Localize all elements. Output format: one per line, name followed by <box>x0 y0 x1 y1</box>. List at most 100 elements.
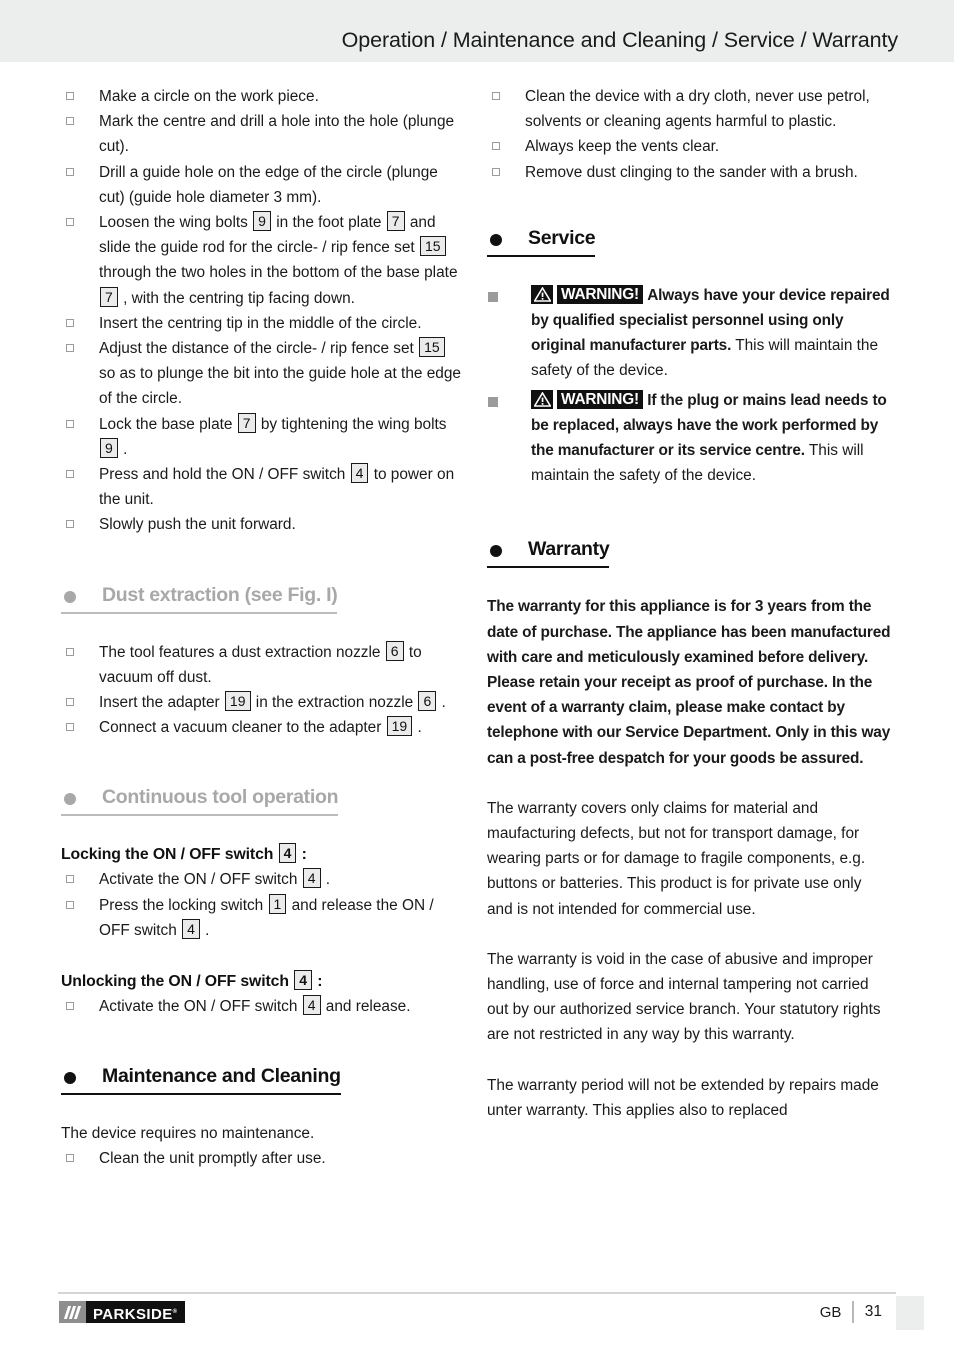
continuous-operation-heading-label: Continuous tool operation <box>102 786 339 809</box>
list-item-text: Always keep the vents clear. <box>525 138 720 156</box>
list-item: Always keep the vents clear. <box>487 134 891 159</box>
empty-square-bullet-icon <box>66 117 74 126</box>
reference-number-4: 4 <box>182 918 200 939</box>
list-item-text: Clean the unit promptly after use. <box>99 1150 326 1168</box>
list-item-text: Clean the device with a dry cloth, never… <box>525 88 870 131</box>
warranty-heading-wrap: Warranty <box>487 536 891 569</box>
list-item: Clean the unit promptly after use. <box>61 1146 465 1171</box>
filled-square-bullet-icon <box>488 291 498 302</box>
filled-circle-bullet-icon <box>64 1072 76 1085</box>
list-item: Drill a guide hole on the edge of the ci… <box>61 160 465 210</box>
reference-number-4: 4 <box>302 868 321 889</box>
list-item-text: Make a circle on the work piece. <box>99 88 319 105</box>
cleaning-list: Clean the device with a dry cloth, never… <box>487 84 891 185</box>
empty-square-bullet-icon <box>66 344 74 353</box>
list-item-text: Adjust the distance of the circle- / rip… <box>99 337 461 408</box>
empty-square-bullet-icon <box>66 698 74 707</box>
reference-number-4: 4 <box>302 995 321 1016</box>
footer-divider-rule <box>58 1292 896 1294</box>
warranty-paragraph: The warranty covers only claims for mate… <box>487 799 866 918</box>
list-item: Insert the adapter 19 in the extraction … <box>61 690 465 715</box>
list-item-text: Lock the base plate 7 by tightening the … <box>99 412 447 458</box>
footer-page-info: GB 31 <box>819 1296 924 1330</box>
maintenance-heading-label: Maintenance and Cleaning <box>102 1065 341 1088</box>
warning-triangle-icon <box>531 390 553 410</box>
list-item-text: Press and hold the ON / OFF switch 4 to … <box>99 463 455 509</box>
filled-circle-bullet-icon <box>490 233 502 246</box>
list-item-text: Mark the centre and drill a hole into th… <box>99 113 455 156</box>
page-content: Make a circle on the work piece. Mark the… <box>0 62 954 1292</box>
empty-square-bullet-icon <box>492 142 500 151</box>
reference-number-7: 7 <box>386 211 405 232</box>
list-item-text: Loosen the wing bolts 9 in the foot plat… <box>99 211 458 307</box>
left-column: Make a circle on the work piece. Mark the… <box>61 84 465 1172</box>
empty-square-bullet-icon <box>66 167 74 176</box>
list-item: Press and hold the ON / OFF switch 4 to … <box>61 462 465 512</box>
unlocking-steps-list: Activate the ON / OFF switch 4 and relea… <box>61 994 465 1019</box>
warning-list-item: WARNING! Always have your device repaire… <box>487 283 891 384</box>
empty-square-bullet-icon <box>66 419 74 428</box>
empty-square-bullet-icon <box>66 1002 74 1011</box>
footer-vertical-rule <box>852 1301 854 1323</box>
empty-square-bullet-icon <box>66 92 74 100</box>
warranty-paragraph: The warranty is void in the case of abus… <box>487 950 881 1044</box>
reference-number-1: 1 <box>268 893 287 914</box>
list-item: Clean the device with a dry cloth, never… <box>487 84 891 134</box>
warning-triangle-icon <box>531 285 553 305</box>
empty-square-bullet-icon <box>66 520 74 529</box>
warning-label: WARNING! <box>557 285 643 305</box>
circle-cut-steps-list: Make a circle on the work piece. Mark the… <box>61 84 465 538</box>
service-heading-label: Service <box>528 226 596 249</box>
reference-number-4: 4 <box>294 970 312 991</box>
empty-square-bullet-icon <box>492 92 500 100</box>
list-item-text: Connect a vacuum cleaner to the adapter … <box>99 716 422 737</box>
parkside-logo: PARKSIDE® <box>59 1301 186 1323</box>
empty-square-bullet-icon <box>66 900 74 909</box>
service-warning-list: WARNING! Always have your device repaire… <box>487 283 891 489</box>
warning-badge: WARNING! <box>531 389 643 414</box>
maintenance-list: Clean the unit promptly after use. <box>61 1146 465 1171</box>
dust-extraction-heading-label: Dust extraction (see Fig. I) <box>102 583 338 606</box>
warranty-paragraph: The warranty period will not be extended… <box>487 1076 879 1119</box>
continuous-operation-heading: Continuous tool operation <box>61 784 339 817</box>
list-item: The tool features a dust extraction nozz… <box>61 640 465 690</box>
list-item: Connect a vacuum cleaner to the adapter … <box>61 715 465 740</box>
empty-square-bullet-icon <box>66 875 74 884</box>
unlocking-subheading: Unlocking the ON / OFF switch 4 : <box>61 970 323 991</box>
warning-list-item: WARNING! If the plug or mains lead needs… <box>487 388 891 489</box>
maintenance-heading-wrap: Maintenance and Cleaning <box>61 1063 465 1096</box>
reference-number-9: 9 <box>100 437 118 458</box>
warning-label: WARNING! <box>557 390 643 410</box>
filled-circle-bullet-icon <box>64 793 76 806</box>
warranty-heading-label: Warranty <box>528 538 610 561</box>
reference-number-7: 7 <box>100 286 118 307</box>
footer-page-number: 31 <box>864 1303 882 1320</box>
maintenance-heading: Maintenance and Cleaning <box>61 1063 341 1096</box>
footer-language-code: GB <box>819 1303 842 1321</box>
reference-number-19: 19 <box>386 716 413 737</box>
reference-number-7: 7 <box>237 412 256 433</box>
list-item: Press the locking switch 1 and release t… <box>61 893 465 943</box>
list-item-text: Drill a guide hole on the edge of the ci… <box>99 163 438 206</box>
list-item-text: Insert the centring tip in the middle of… <box>99 314 422 332</box>
filled-circle-bullet-icon <box>490 545 502 558</box>
list-item: Adjust the distance of the circle- / rip… <box>61 336 465 412</box>
reference-number-4: 4 <box>278 843 297 864</box>
list-item: Remove dust clinging to the sander with … <box>487 160 891 185</box>
maintenance-intro-text: The device requires no maintenance. <box>61 1125 315 1143</box>
empty-square-bullet-icon <box>492 167 500 176</box>
dust-extraction-heading-wrap: Dust extraction (see Fig. I) <box>61 582 465 614</box>
dust-extraction-heading: Dust extraction (see Fig. I) <box>61 582 338 614</box>
list-item-text: Insert the adapter 19 in the extraction … <box>99 691 446 712</box>
empty-square-bullet-icon <box>66 470 74 479</box>
list-item-text: Press the locking switch 1 and release t… <box>99 893 434 939</box>
list-item: Slowly push the unit forward. <box>61 512 465 537</box>
list-item: Activate the ON / OFF switch 4 and relea… <box>61 994 465 1019</box>
continuous-operation-heading-wrap: Continuous tool operation <box>61 784 465 817</box>
empty-square-bullet-icon <box>66 723 74 732</box>
list-item-text: Remove dust clinging to the sander with … <box>525 163 858 181</box>
right-column: Clean the device with a dry cloth, never… <box>487 84 891 1148</box>
parkside-wordmark: PARKSIDE® <box>86 1301 186 1323</box>
list-item-text: Slowly push the unit forward. <box>99 516 296 534</box>
list-item: Make a circle on the work piece. <box>61 84 465 109</box>
